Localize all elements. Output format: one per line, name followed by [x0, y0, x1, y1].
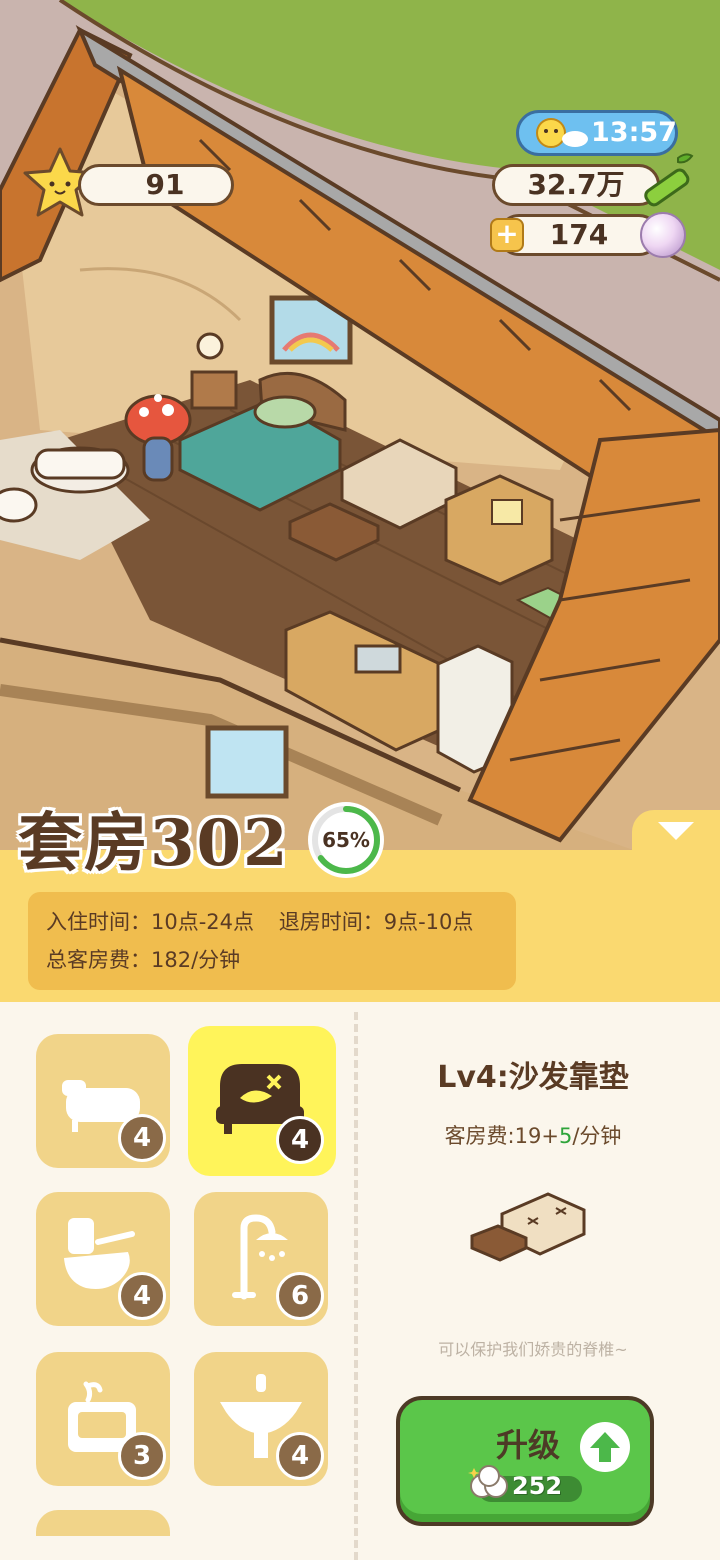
checkout-time: 退房时间：9点-10点	[278, 910, 474, 934]
selected-item-description: 可以保护我们娇贵的脊椎~	[438, 1340, 628, 1359]
room-title: 套房302	[18, 806, 290, 881]
level-badge: 6	[276, 1272, 324, 1320]
bamboo-counter: 32.7万	[492, 164, 660, 206]
fee-prefix: 客房费:19+	[444, 1124, 559, 1148]
furniture-slot-sink[interactable]: 4	[194, 1352, 328, 1486]
upgrade-button[interactable]: 升级 252	[396, 1396, 654, 1526]
furniture-slot-partial[interactable]	[36, 1510, 170, 1536]
bamboo-icon	[644, 153, 694, 207]
collapse-arrow-icon[interactable]	[658, 822, 694, 840]
selected-item-title: Lv4:沙发靠垫	[437, 1060, 629, 1095]
fee-increase: 5	[558, 1124, 573, 1148]
furniture-slot-cabinet[interactable]: 3	[36, 1352, 170, 1486]
fee-suffix: /分钟	[572, 1124, 622, 1148]
progress-label: 65%	[322, 828, 370, 852]
star-counter: 91	[78, 164, 234, 206]
sofa-cushion-preview-icon	[470, 1192, 586, 1262]
selected-item-fee: 客房费:19+5/分钟	[370, 1120, 696, 1150]
room-stats-box: 入住时间：10点-24点 退房时间：9点-10点 总客房费：182/分钟	[28, 892, 516, 990]
room-progress-ring: 65%	[306, 800, 386, 880]
clock-text: 13:57	[591, 117, 677, 148]
furniture-slot-bathtub[interactable]: 4	[36, 1034, 170, 1168]
level-badge: 4	[118, 1114, 166, 1162]
add-pearl-button[interactable]: +	[490, 218, 524, 252]
upgrade-label: 升级	[496, 1426, 561, 1464]
furniture-slot-shower[interactable]: 6	[194, 1192, 328, 1326]
sun-cloud-icon	[536, 118, 588, 148]
level-badge: 4	[276, 1116, 324, 1164]
total-room-fee: 总客房费：182/分钟	[46, 948, 241, 972]
cotton-icon	[468, 1465, 508, 1498]
upgrade-cost: 252	[512, 1472, 563, 1500]
furniture-slot-sofa[interactable]: 4	[188, 1026, 336, 1176]
furniture-slot-toilet[interactable]: 4	[36, 1192, 170, 1326]
arrow-up-icon	[580, 1422, 630, 1472]
game-screen: 91 13:57 32.7万 174 + 套房302 65% 入住时间：10点-…	[0, 0, 720, 1560]
checkin-time: 入住时间：10点-24点	[46, 910, 255, 934]
level-badge: 3	[118, 1432, 166, 1480]
level-badge: 4	[276, 1432, 324, 1480]
level-badge: 4	[118, 1272, 166, 1320]
panel-divider	[354, 1012, 358, 1560]
pearl-icon	[640, 212, 686, 258]
